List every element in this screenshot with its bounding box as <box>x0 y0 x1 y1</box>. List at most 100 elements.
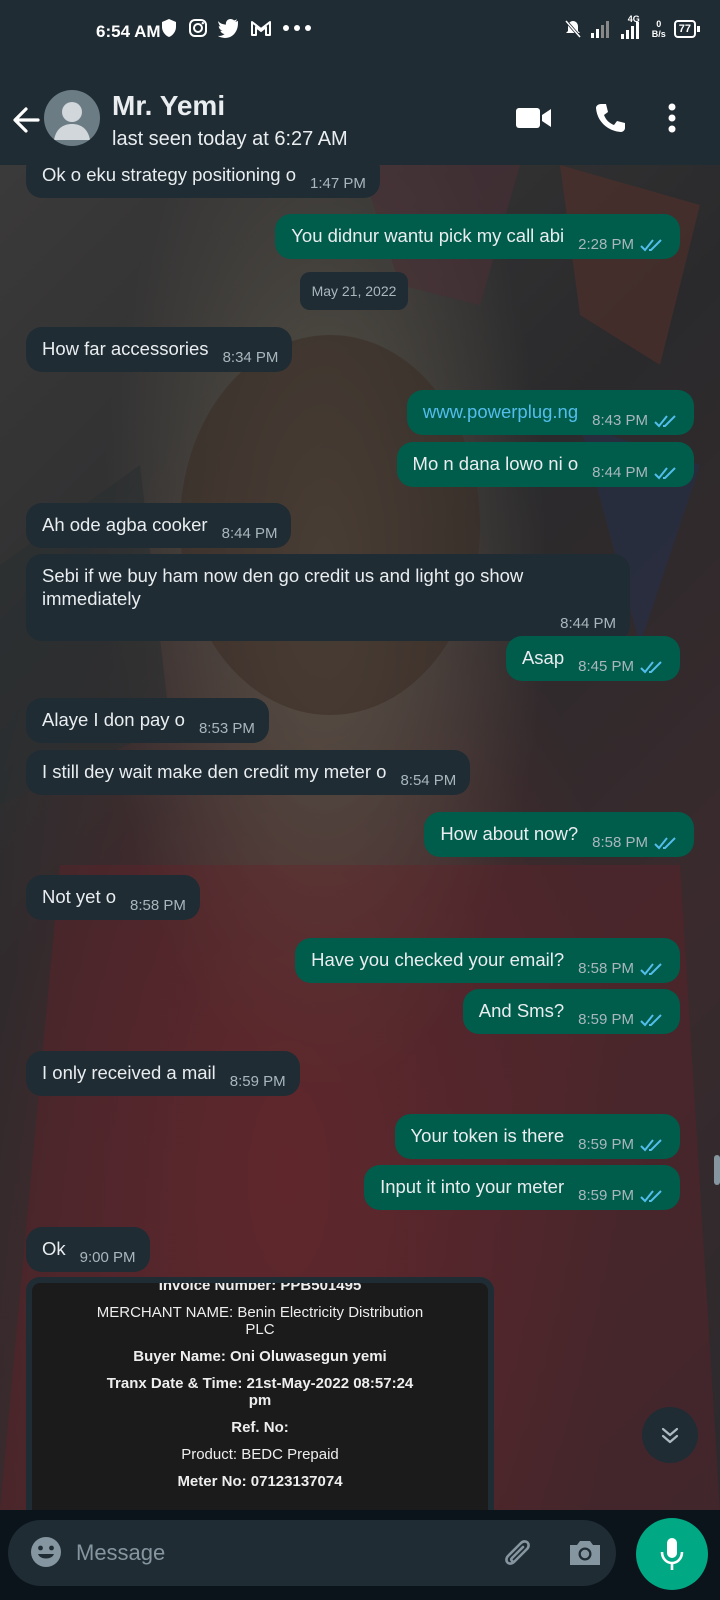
instagram-icon <box>189 19 207 37</box>
data-speed-unit: B/s <box>651 29 666 39</box>
invoice-image-message[interactable]: Invoice Number: PPB501495 MERCHANT NAME:… <box>26 1277 494 1510</box>
message-text: I still dey wait make den credit my mete… <box>42 761 387 782</box>
emoji-icon[interactable] <box>28 1534 64 1570</box>
data-speed-indicator: 0 B/s <box>652 19 666 39</box>
invoice-buyer: Buyer Name: Oni Oluwasegun yemi <box>133 1348 387 1365</box>
notification-icons <box>160 18 312 38</box>
mic-button[interactable] <box>636 1518 708 1590</box>
date-chip: May 21, 2022 <box>300 272 408 310</box>
invoice-merchant: MERCHANT NAME: Benin Electricity Distrib… <box>96 1304 424 1338</box>
attach-icon[interactable] <box>498 1534 536 1572</box>
mute-bell-icon <box>564 20 581 38</box>
more-vert-icon[interactable] <box>652 98 692 138</box>
message-text: Your token is there <box>410 1125 565 1146</box>
message-time: 8:58 PM <box>578 960 634 977</box>
message-text: Asap <box>521 647 565 668</box>
message-in[interactable]: Ah ode agba cooker 8:44 PM <box>26 503 292 548</box>
message-text: Ok o eku strategy positioning o <box>42 165 297 185</box>
message-in[interactable]: How far accessories 8:34 PM <box>26 327 293 372</box>
message-time: 8:44 PM <box>592 464 648 481</box>
back-arrow-icon[interactable] <box>10 100 42 140</box>
message-time: 8:59 PM <box>229 1073 286 1090</box>
invoice-image[interactable]: Invoice Number: PPB501495 MERCHANT NAME:… <box>32 1283 488 1510</box>
message-time: 8:44 PM <box>560 615 616 632</box>
invoice-ref: Ref. No: <box>231 1419 289 1436</box>
scroll-to-bottom-button[interactable] <box>642 1407 698 1463</box>
message-out[interactable]: www.powerplug.ng 8:43 PM <box>406 390 694 435</box>
message-in[interactable]: Alaye I don pay o 8:53 PM <box>26 698 269 743</box>
double-tick-icon <box>640 1013 662 1026</box>
message-time: 8:59 PM <box>578 1011 634 1028</box>
message-time: 8:44 PM <box>221 525 278 542</box>
message-in[interactable]: Not yet o 8:58 PM <box>26 875 200 920</box>
message-time: 8:58 PM <box>592 834 648 851</box>
message-time: 2:28 PM <box>578 236 634 253</box>
battery-icon: 77 <box>673 20 700 38</box>
message-time: 8:54 PM <box>400 772 457 789</box>
message-text: Ah ode agba cooker <box>42 514 208 535</box>
message-text: Alaye I don pay o <box>42 709 185 730</box>
message-time: 1:47 PM <box>310 175 366 192</box>
chevron-double-down-icon <box>661 1427 679 1444</box>
message-out[interactable]: And Sms? 8:59 PM <box>462 989 680 1034</box>
scrollbar-thumb[interactable] <box>714 1155 720 1185</box>
invoice-meter: Meter No: 07123137074 <box>177 1473 343 1490</box>
avatar[interactable] <box>44 90 100 146</box>
message-out[interactable]: You didnur wantu pick my call abi 2:28 PM <box>275 214 680 259</box>
message-out[interactable]: Have you checked your email? 8:58 PM <box>295 938 680 983</box>
double-tick-icon <box>640 1138 662 1151</box>
signal-4g-icon: 4G <box>620 14 644 40</box>
double-tick-icon <box>654 466 676 479</box>
gmail-icon <box>251 21 271 36</box>
message-time: 8:34 PM <box>222 349 279 366</box>
message-text: And Sms? <box>478 1000 565 1021</box>
message-text: Ok <box>42 1238 66 1259</box>
message-in[interactable]: I only received a mail 8:59 PM <box>26 1051 300 1096</box>
message-time: 8:53 PM <box>198 720 255 737</box>
system-icons: 4G 0 B/s 77 <box>564 14 700 40</box>
message-placeholder: Message <box>76 1540 166 1565</box>
double-tick-icon <box>640 238 662 251</box>
message-out[interactable]: How about now? 8:58 PM <box>424 812 694 857</box>
double-tick-icon <box>640 962 662 975</box>
more-dots-icon <box>283 25 311 31</box>
message-text: How about now? <box>440 823 579 844</box>
message-text: I only received a mail <box>42 1062 216 1083</box>
message-out[interactable]: Asap 8:45 PM <box>505 636 680 681</box>
composer-bar: Message <box>0 1510 720 1600</box>
message-text: Not yet o <box>42 886 117 907</box>
message-in[interactable]: I still dey wait make den credit my mete… <box>26 750 471 795</box>
message-link[interactable]: www.powerplug.ng <box>423 401 578 422</box>
message-out[interactable]: Your token is there 8:59 PM <box>394 1114 680 1159</box>
signal-icon <box>590 21 609 38</box>
camera-icon[interactable] <box>566 1534 604 1572</box>
top-bar: 6:54 AM 4G 0 B/s 77 Mr. Yemi last seen t… <box>0 0 720 165</box>
message-time: 8:59 PM <box>578 1136 634 1153</box>
message-in[interactable]: Ok o eku strategy positioning o 1:47 PM <box>26 165 380 198</box>
message-text: You didnur wantu pick my call abi <box>291 225 565 246</box>
chat-header: Mr. Yemi last seen today at 6:27 AM <box>0 80 720 165</box>
person-icon <box>54 102 90 140</box>
message-text: Mo n dana lowo ni o <box>412 453 579 474</box>
message-time: 9:00 PM <box>79 1249 136 1266</box>
status-bar: 6:54 AM 4G 0 B/s 77 <box>0 0 720 62</box>
contact-name[interactable]: Mr. Yemi <box>112 90 225 122</box>
double-tick-icon <box>640 660 662 673</box>
invoice-date: Tranx Date & Time: 21st-May-2022 08:57:2… <box>106 1375 414 1409</box>
message-time: 8:59 PM <box>578 1187 634 1204</box>
message-out[interactable]: Input it into your meter 8:59 PM <box>364 1165 680 1210</box>
message-input[interactable]: Message <box>8 1520 616 1586</box>
battery-level: 77 <box>673 20 696 38</box>
message-time: 8:43 PM <box>592 412 648 429</box>
video-call-icon[interactable] <box>514 98 554 138</box>
invoice-product: Product: BEDC Prepaid <box>181 1446 339 1463</box>
message-in[interactable]: Sebi if we buy ham now den go credit us … <box>26 554 630 641</box>
message-in[interactable]: Ok 9:00 PM <box>26 1227 150 1272</box>
double-tick-icon <box>654 836 676 849</box>
shield-icon <box>162 19 176 37</box>
chat-area[interactable]: Ok o eku strategy positioning o 1:47 PM Y… <box>0 165 720 1510</box>
message-out[interactable]: Mo n dana lowo ni o 8:44 PM <box>396 442 694 487</box>
message-time: 8:58 PM <box>130 897 186 914</box>
phone-call-icon[interactable] <box>590 98 630 138</box>
double-tick-icon <box>640 1189 662 1202</box>
